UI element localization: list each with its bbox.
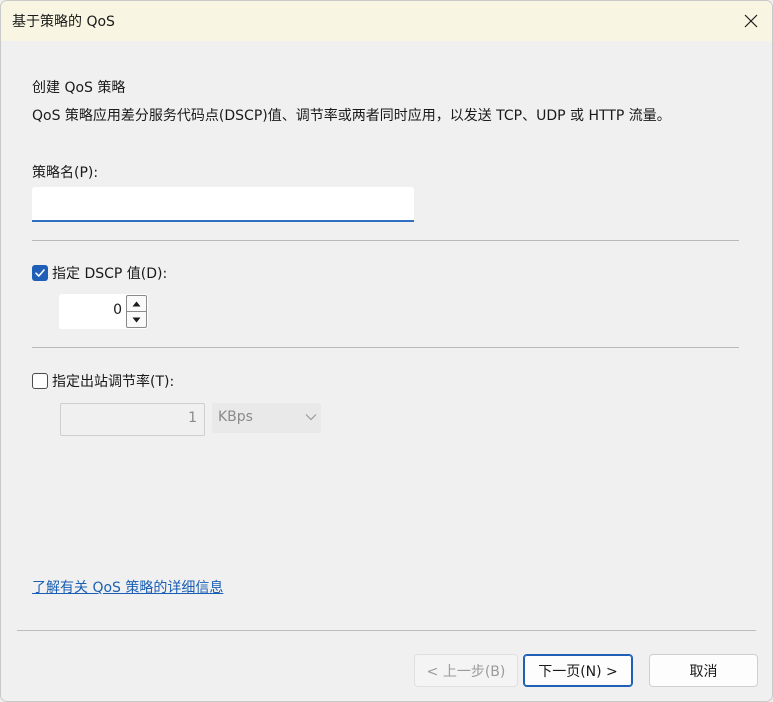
next-button[interactable]: 下一页(N) > <box>523 654 633 687</box>
throttle-unit-select: KBps <box>212 403 321 433</box>
caret-up-icon <box>132 301 141 306</box>
qos-policy-dialog: 基于策略的 QoS 创建 QoS 策略 QoS 策略应用差分服务代码点(DSCP… <box>0 0 773 702</box>
throttle-checkbox[interactable] <box>32 373 48 389</box>
throttle-checkbox-row[interactable]: 指定出站调节率(T): <box>32 371 174 391</box>
close-button[interactable] <box>728 1 772 41</box>
divider <box>32 347 739 348</box>
footer-divider <box>17 630 756 631</box>
window-title: 基于策略的 QoS <box>12 14 115 30</box>
page-description: QoS 策略应用差分服务代码点(DSCP)值、调节率或两者同时应用，以发送 TC… <box>32 108 671 124</box>
page-heading: 创建 QoS 策略 <box>32 80 126 96</box>
chevron-down-icon <box>305 414 317 421</box>
cancel-button[interactable]: 取消 <box>649 654 758 687</box>
spinner-up-button[interactable] <box>126 295 147 311</box>
dscp-checkbox-row[interactable]: 指定 DSCP 值(D): <box>32 263 167 283</box>
caret-down-icon <box>132 317 141 322</box>
title-bar: 基于策略的 QoS <box>1 1 772 41</box>
policy-name-label: 策略名(P): <box>32 165 99 181</box>
spinner-down-button[interactable] <box>126 311 147 328</box>
checkmark-icon <box>35 269 45 277</box>
divider <box>32 240 739 241</box>
dscp-checkbox[interactable] <box>32 265 48 281</box>
throttle-rate-value: 1 <box>188 410 197 426</box>
throttle-rate-input: 1 <box>60 403 205 436</box>
throttle-label: 指定出站调节率(T): <box>52 374 175 390</box>
dscp-value-spinner[interactable]: 0 <box>59 294 148 329</box>
back-button[interactable]: < 上一步(B) <box>414 654 518 687</box>
close-icon <box>744 14 758 28</box>
throttle-unit-value: KBps <box>218 409 253 425</box>
dscp-value[interactable]: 0 <box>113 302 122 318</box>
spinner-buttons <box>126 295 147 328</box>
learn-more-link[interactable]: 了解有关 QoS 策略的详细信息 <box>32 577 223 597</box>
dscp-label: 指定 DSCP 值(D): <box>52 266 168 282</box>
policy-name-input[interactable] <box>32 187 414 222</box>
